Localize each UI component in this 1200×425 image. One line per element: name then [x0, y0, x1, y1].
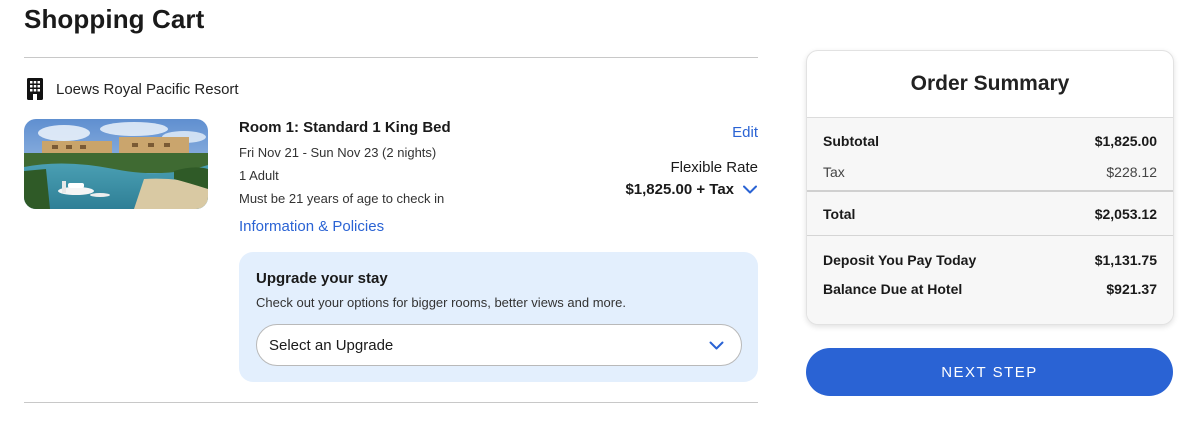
bottom-divider [24, 402, 758, 403]
page-title: Shopping Cart [24, 4, 205, 34]
summary-row-subtotal: Subtotal $1,825.00 [823, 133, 1157, 149]
order-summary-title: Order Summary [910, 72, 1070, 95]
order-summary-body: Subtotal $1,825.00 Tax $228.12 Total $2,… [807, 118, 1173, 324]
hotel-name: Loews Royal Pacific Resort [56, 80, 239, 98]
rate-price-toggle[interactable]: $1,825.00 + Tax [625, 181, 758, 198]
upgrade-select[interactable]: Select an Upgrade [256, 324, 742, 366]
shopping-cart-page: Shopping Cart Loews Royal Pacific Resort [0, 0, 1200, 425]
summary-row-balance: Balance Due at Hotel $921.37 [823, 281, 1157, 297]
top-divider [24, 57, 758, 58]
summary-label: Balance Due at Hotel [823, 281, 963, 297]
summary-divider [807, 190, 1173, 192]
room-age-requirement: Must be 21 years of age to check in [239, 191, 445, 206]
summary-value: $921.37 [1106, 281, 1157, 297]
order-summary-header: Order Summary [807, 51, 1173, 118]
room-photo [24, 119, 208, 209]
summary-value: $2,053.12 [1094, 206, 1157, 222]
room-dates: Fri Nov 21 - Sun Nov 23 (2 nights) [239, 145, 437, 160]
rate-price: $1,825.00 + Tax [625, 181, 734, 198]
hotel-building-icon [24, 78, 46, 100]
next-step-button[interactable]: NEXT STEP [806, 348, 1173, 396]
upgrade-select-value: Select an Upgrade [269, 336, 394, 354]
upgrade-title: Upgrade your stay [256, 270, 388, 287]
summary-value: $1,131.75 [1094, 252, 1157, 268]
summary-row-total: Total $2,053.12 [823, 206, 1157, 222]
chevron-down-icon [707, 336, 725, 354]
summary-label: Subtotal [823, 133, 879, 149]
summary-label: Deposit You Pay Today [823, 252, 977, 268]
upgrade-description: Check out your options for bigger rooms,… [256, 295, 626, 310]
summary-label: Tax [823, 164, 845, 180]
order-summary-card: Order Summary Subtotal $1,825.00 Tax $22… [806, 50, 1174, 325]
room-guests: 1 Adult [239, 168, 279, 183]
edit-room-link[interactable]: Edit [732, 124, 758, 141]
summary-row-deposit: Deposit You Pay Today $1,131.75 [823, 252, 1157, 268]
summary-value: $1,825.00 [1094, 133, 1157, 149]
summary-row-tax: Tax $228.12 [823, 164, 1157, 180]
chevron-down-icon [742, 182, 758, 198]
information-policies-link[interactable]: Information & Policies [239, 218, 384, 235]
room-title: Room 1: Standard 1 King Bed [239, 119, 451, 136]
summary-divider [807, 235, 1173, 236]
summary-label: Total [823, 206, 856, 222]
upgrade-panel: Upgrade your stay Check out your options… [239, 252, 758, 382]
rate-name: Flexible Rate [670, 159, 758, 176]
summary-value: $228.12 [1106, 164, 1157, 180]
hotel-header: Loews Royal Pacific Resort [24, 78, 239, 100]
